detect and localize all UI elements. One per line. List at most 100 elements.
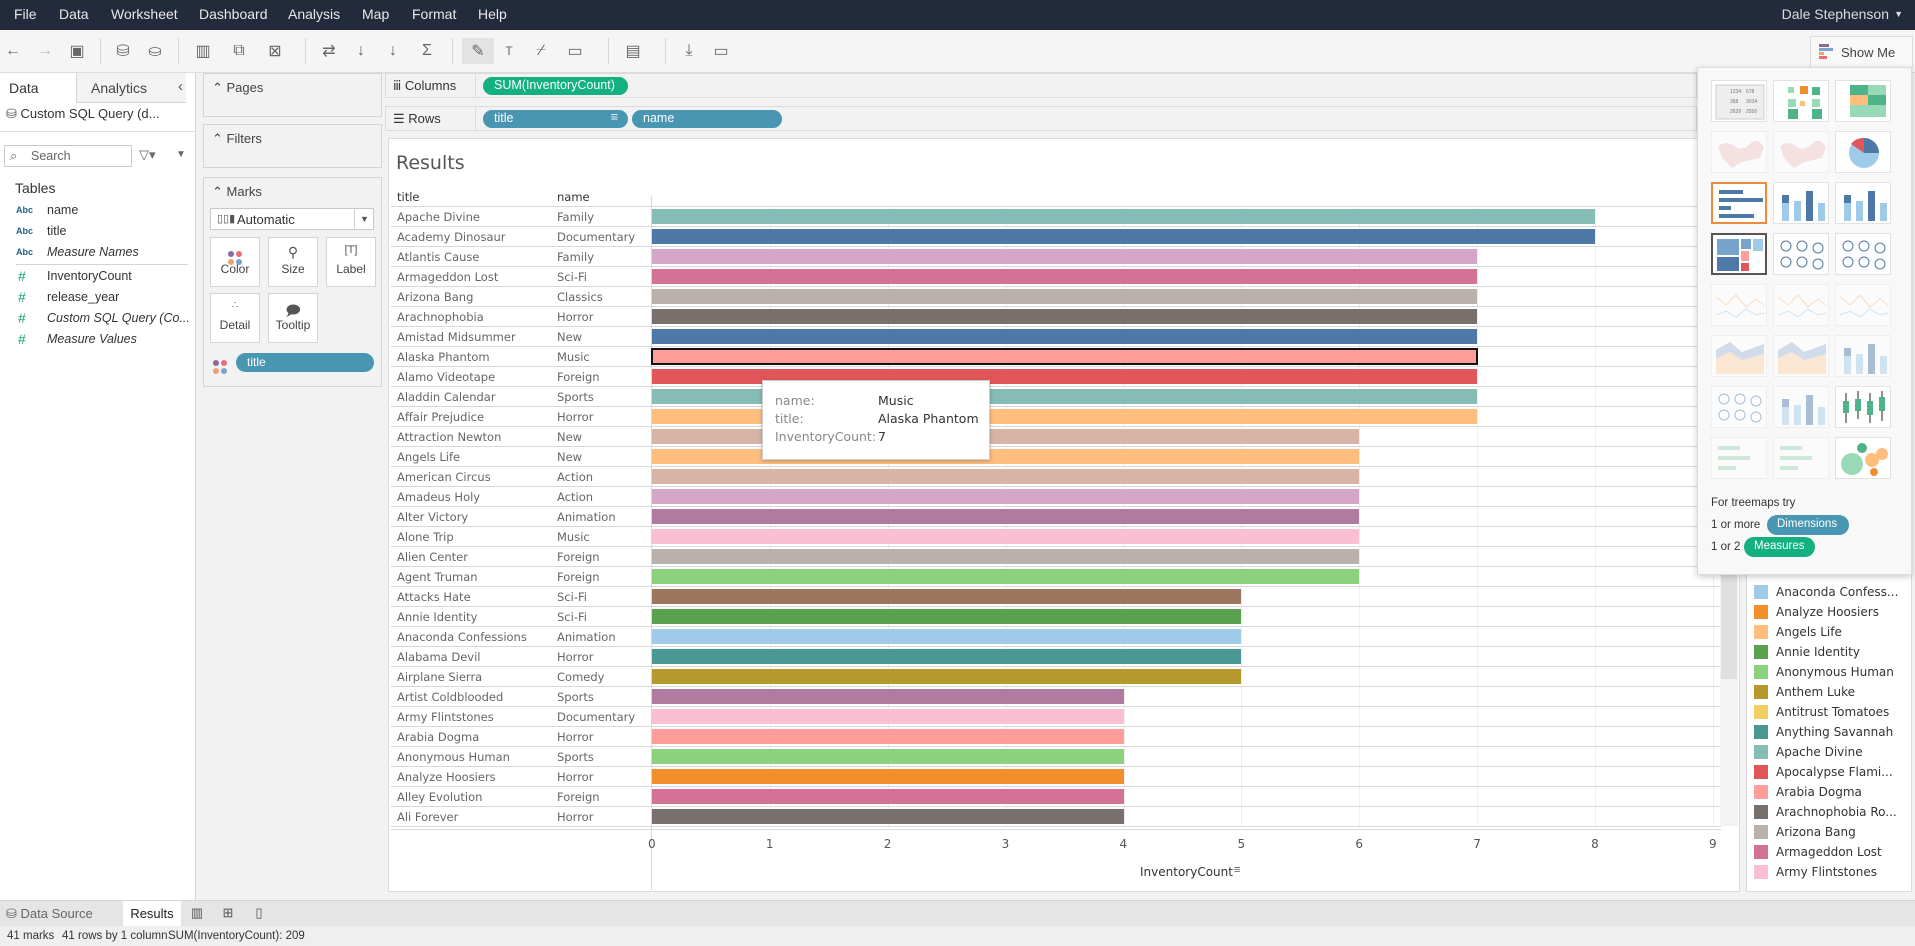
- name-cell[interactable]: Foreign: [557, 570, 600, 584]
- menu-help[interactable]: Help: [478, 6, 507, 22]
- field-search-input[interactable]: Search: [4, 145, 132, 167]
- legend-item[interactable]: Angels Life: [1754, 624, 1842, 640]
- bar[interactable]: [652, 529, 1360, 544]
- pie-chart-icon[interactable]: [1835, 131, 1891, 173]
- chevron-down-icon[interactable]: ▼: [354, 208, 374, 230]
- name-cell[interactable]: Family: [557, 210, 594, 224]
- symbol-map-icon[interactable]: [1711, 131, 1767, 173]
- name-cell[interactable]: Documentary: [557, 230, 635, 244]
- bar[interactable]: [652, 649, 1242, 664]
- bar[interactable]: [650, 348, 1479, 365]
- name-cell[interactable]: Sports: [557, 690, 594, 704]
- title-cell[interactable]: Arabia Dogma: [397, 730, 479, 744]
- name-cell[interactable]: Horror: [557, 410, 593, 424]
- bar[interactable]: [652, 249, 1478, 264]
- legend-item[interactable]: Arizona Bang: [1754, 824, 1856, 840]
- filled-map-icon[interactable]: [1773, 131, 1829, 173]
- name-cell[interactable]: Foreign: [557, 550, 600, 564]
- title-cell[interactable]: Amadeus Holy: [397, 490, 480, 504]
- name-cell[interactable]: Horror: [557, 770, 593, 784]
- legend-item[interactable]: Arabia Dogma: [1754, 784, 1862, 800]
- size-button[interactable]: ⚲ Size: [268, 237, 318, 287]
- box-and-whisker-icon[interactable]: [1835, 386, 1891, 428]
- fit-icon[interactable]: ▭: [562, 38, 588, 64]
- pause-updates-icon[interactable]: ⛀: [142, 38, 168, 64]
- field-item[interactable]: # InventoryCount: [16, 266, 132, 286]
- legend-item[interactable]: Antitrust Tomatoes: [1754, 704, 1889, 720]
- lines-discrete-icon[interactable]: [1773, 284, 1829, 326]
- bar[interactable]: [652, 709, 1124, 724]
- new-worksheet-icon[interactable]: ▥: [188, 905, 206, 923]
- bar[interactable]: [652, 209, 1596, 224]
- name-cell[interactable]: Foreign: [557, 370, 600, 384]
- menu-format[interactable]: Format: [412, 6, 456, 22]
- name-cell[interactable]: Horror: [557, 810, 593, 824]
- heat-map-icon[interactable]: [1773, 80, 1829, 122]
- packed-bubbles-icon[interactable]: [1835, 437, 1891, 479]
- new-datasource-icon[interactable]: ⛁: [110, 38, 136, 64]
- title-cell[interactable]: Artist Coldblooded: [397, 690, 503, 704]
- name-cell[interactable]: Action: [557, 470, 593, 484]
- title-cell[interactable]: Alabama Devil: [397, 650, 481, 664]
- title-cell[interactable]: Alien Center: [397, 550, 468, 564]
- bar[interactable]: [652, 269, 1478, 284]
- lines-continuous-icon[interactable]: [1711, 284, 1767, 326]
- tooltip-button[interactable]: 🗩 Tooltip: [268, 293, 318, 343]
- bar[interactable]: [652, 229, 1596, 244]
- title-cell[interactable]: Alaska Phantom: [397, 350, 490, 364]
- tab-analytics[interactable]: Analytics: [76, 73, 186, 103]
- legend-item[interactable]: Annie Identity: [1754, 644, 1860, 660]
- field-item[interactable]: # Custom SQL Query (Co...: [16, 308, 190, 328]
- filter-fields-icon[interactable]: ▽▾: [139, 147, 156, 163]
- title-cell[interactable]: Army Flintstones: [397, 710, 494, 724]
- sort-descending-icon[interactable]: ↓: [380, 38, 406, 64]
- treemap-icon[interactable]: [1711, 233, 1767, 275]
- gantt-chart-icon[interactable]: [1711, 437, 1767, 479]
- bar[interactable]: [652, 769, 1124, 784]
- title-cell[interactable]: Alter Victory: [397, 510, 468, 524]
- name-cell[interactable]: Foreign: [557, 790, 600, 804]
- name-pill[interactable]: name: [632, 110, 782, 128]
- field-item[interactable]: Abc title: [16, 221, 66, 241]
- legend-item[interactable]: Anonymous Human: [1754, 664, 1894, 680]
- title-cell[interactable]: Annie Identity: [397, 610, 477, 624]
- filters-heading[interactable]: ⌃ Filters: [212, 131, 262, 147]
- title-cell[interactable]: Agent Truman: [397, 570, 478, 584]
- detail-button[interactable]: ∴ Detail: [210, 293, 260, 343]
- field-item[interactable]: Abc name: [16, 200, 78, 220]
- bar[interactable]: [652, 809, 1124, 824]
- name-cell[interactable]: Animation: [557, 510, 616, 524]
- title-cell[interactable]: Armageddon Lost: [397, 270, 498, 284]
- pages-heading[interactable]: ⌃ Pages: [212, 80, 263, 96]
- swap-rows-columns-icon[interactable]: ⇄: [316, 38, 342, 64]
- text-table-icon[interactable]: 1234 678 368 3034 2629 2556: [1711, 80, 1767, 122]
- area-continuous-icon[interactable]: [1711, 335, 1767, 377]
- bar[interactable]: [652, 309, 1478, 324]
- legend-item[interactable]: Armageddon Lost: [1754, 844, 1882, 860]
- circle-views-icon[interactable]: [1773, 233, 1829, 275]
- legend-item[interactable]: Anthem Luke: [1754, 684, 1855, 700]
- name-cell[interactable]: Sci-Fi: [557, 270, 587, 284]
- dual-combination-icon[interactable]: [1835, 335, 1891, 377]
- legend-item[interactable]: Army Flintstones: [1754, 864, 1877, 880]
- name-cell[interactable]: Sports: [557, 750, 594, 764]
- title-cell[interactable]: Angels Life: [397, 450, 460, 464]
- name-cell[interactable]: Music: [557, 350, 590, 364]
- rows-shelf[interactable]: ☰ Rows title ≡ name: [385, 106, 1697, 131]
- user-menu[interactable]: Dale Stephenson: [1782, 6, 1889, 22]
- bar[interactable]: [652, 629, 1242, 644]
- horizontal-bars-icon[interactable]: [1711, 182, 1767, 224]
- title-cell[interactable]: Ali Forever: [397, 810, 458, 824]
- user-caret-icon[interactable]: ▼: [1894, 9, 1903, 19]
- new-dashboard-icon[interactable]: ⊞: [219, 905, 237, 923]
- sort-icon[interactable]: ≡: [1234, 864, 1240, 876]
- color-title-pill[interactable]: title: [236, 353, 374, 372]
- bar[interactable]: [652, 449, 1360, 464]
- bar[interactable]: [652, 569, 1360, 584]
- title-pill[interactable]: title ≡: [483, 110, 628, 128]
- legend-item[interactable]: Analyze Hoosiers: [1754, 604, 1879, 620]
- name-cell[interactable]: Horror: [557, 650, 593, 664]
- column-header-title[interactable]: title: [397, 190, 419, 204]
- title-cell[interactable]: Attacks Hate: [397, 590, 471, 604]
- legend-item[interactable]: Arachnophobia Ro...: [1754, 804, 1897, 820]
